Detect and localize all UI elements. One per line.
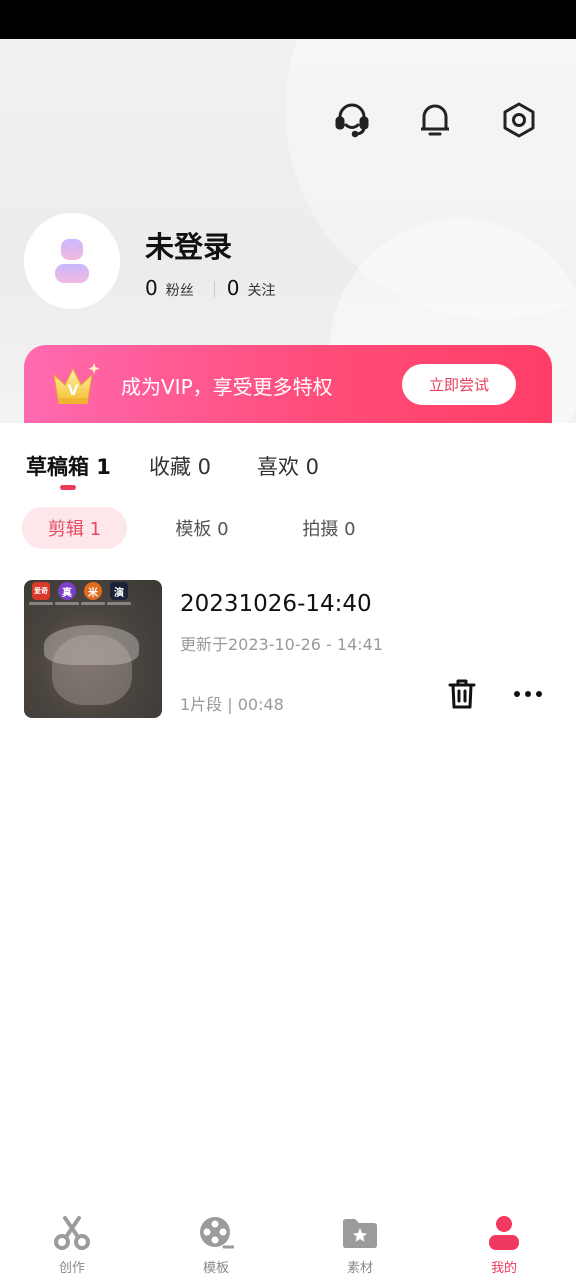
sub-tabs: 剪辑 1 模板 0 拍摄 0 xyxy=(0,505,576,551)
tab-drafts[interactable]: 草稿箱 1 xyxy=(26,451,111,481)
thumbnail-blur xyxy=(44,625,139,665)
fans-count[interactable]: 0 xyxy=(145,276,158,300)
crown-letter: V xyxy=(68,383,79,399)
person-icon xyxy=(55,239,89,283)
avatar[interactable] xyxy=(24,213,120,309)
bottom-navigation: 创作 模板 素材 我的 xyxy=(0,1200,576,1280)
header-toolbar xyxy=(0,98,576,142)
headset-icon[interactable] xyxy=(330,98,374,142)
nav-label: 创作 xyxy=(58,1261,85,1276)
following-label: 关注 xyxy=(247,283,276,299)
crown-icon: V xyxy=(53,363,100,404)
person-icon xyxy=(484,1214,524,1251)
profile-stats: 0 粉丝 0 关注 xyxy=(145,276,275,302)
draft-meta: 1片段 | 00:48 xyxy=(180,695,284,714)
subtab-edit[interactable]: 剪辑 1 xyxy=(22,507,127,549)
draft-list-item[interactable]: 爱奇 真 米 演 20231026-14:40 更新于2023-10-26 - … xyxy=(0,575,576,723)
draft-title[interactable]: 20231026-14:40 xyxy=(180,591,372,617)
more-options-icon[interactable] xyxy=(510,676,546,712)
following-count[interactable]: 0 xyxy=(227,276,240,300)
thumb-app-icon: 真 xyxy=(58,582,76,600)
scissors-icon xyxy=(52,1214,92,1251)
main-tabs: 草稿箱 1 收藏 0 喜欢 0 xyxy=(0,423,576,493)
nav-label: 素材 xyxy=(346,1261,373,1276)
thumb-app-icon: 演 xyxy=(110,582,128,600)
tab-likes[interactable]: 喜欢 0 xyxy=(257,451,319,481)
folder-star-icon xyxy=(340,1214,380,1251)
thumb-app-label xyxy=(107,602,131,605)
nav-templates[interactable]: 模板 xyxy=(171,1214,261,1276)
thumb-app-icon: 爱奇 xyxy=(32,582,50,600)
nav-label: 我的 xyxy=(490,1261,517,1276)
thumb-app-label xyxy=(55,602,79,605)
nav-materials[interactable]: 素材 xyxy=(315,1214,405,1276)
trash-icon[interactable] xyxy=(444,676,480,712)
divider xyxy=(213,281,215,297)
subtab-template[interactable]: 模板 0 xyxy=(170,507,234,549)
status-bar xyxy=(0,0,576,39)
film-reel-icon xyxy=(196,1214,236,1251)
subtab-shoot[interactable]: 拍摄 0 xyxy=(298,507,360,549)
thumb-app-label xyxy=(81,602,105,605)
vip-promo-text: 成为VIP，享受更多特权 xyxy=(121,375,333,399)
active-tab-indicator xyxy=(60,485,76,490)
nav-create[interactable]: 创作 xyxy=(27,1214,117,1276)
vip-banner[interactable]: V 成为VIP，享受更多特权 立即尝试 xyxy=(24,345,552,423)
vip-try-button[interactable]: 立即尝试 xyxy=(402,364,516,405)
thumb-app-icon: 米 xyxy=(84,582,102,600)
nav-label: 模板 xyxy=(202,1261,229,1276)
thumb-app-label xyxy=(29,602,53,605)
bell-icon[interactable] xyxy=(413,98,457,142)
nav-profile[interactable]: 我的 xyxy=(459,1214,549,1276)
settings-icon[interactable] xyxy=(497,98,541,142)
draft-thumbnail[interactable]: 爱奇 真 米 演 xyxy=(24,580,162,718)
login-status-title[interactable]: 未登录 xyxy=(145,224,232,266)
draft-updated-time: 更新于2023-10-26 - 14:41 xyxy=(180,635,384,654)
tab-favorites[interactable]: 收藏 0 xyxy=(149,451,211,481)
fans-label: 粉丝 xyxy=(165,283,194,299)
